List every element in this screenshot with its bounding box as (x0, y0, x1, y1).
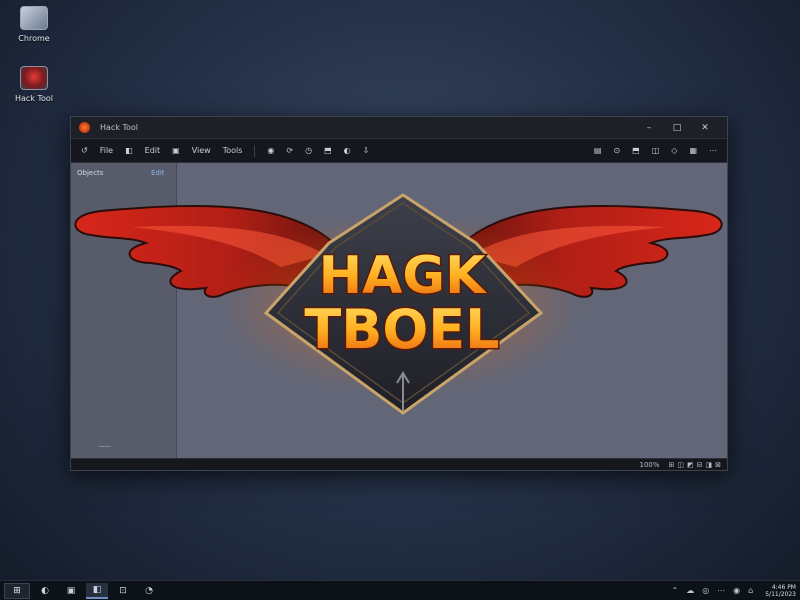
refresh-icon[interactable]: ↺ (77, 144, 92, 157)
workspace: Objects Edit —— HAGK TBOEL (71, 163, 727, 458)
tray-cloud-icon[interactable]: ☁ (684, 586, 696, 595)
bat-logo-icon (20, 66, 48, 90)
hack-tool-logo: HAGK TBOEL (74, 193, 723, 415)
list-view-icon[interactable]: ▤ (590, 144, 606, 157)
download-icon[interactable]: ⇩ (359, 144, 374, 157)
box-icon[interactable]: ⬒ (628, 144, 644, 157)
clock-icon[interactable]: ◷ (301, 144, 316, 157)
app-icon (20, 6, 48, 30)
more-icon[interactable]: ⋯ (705, 144, 721, 157)
tray-more-icon[interactable]: ⋯ (715, 586, 727, 595)
taskbar-item-app-icon[interactable]: ◔ (138, 583, 160, 599)
taskbar-item-files-icon[interactable]: ▣ (60, 583, 82, 599)
window-title: Hack Tool (100, 123, 139, 132)
clock-date: 5/11/2023 (765, 590, 796, 598)
status-layout-icon[interactable]: ◨ (706, 461, 713, 469)
status-close-icon[interactable]: ⊠ (715, 461, 721, 469)
taskbar-clock[interactable]: 4:46 PM 5/11/2023 (765, 584, 796, 598)
close-button[interactable]: ✕ (691, 123, 719, 133)
maximize-button[interactable]: □ (663, 123, 691, 133)
status-split-icon[interactable]: ◫ (677, 461, 684, 469)
title-bar[interactable]: Hack Tool – □ ✕ (71, 117, 727, 139)
taskbar: ⊞ ◐ ▣ ◧ ⊡ ◔ ⌃ ☁ ◎ ⋯ ◉ ⌂ 4:46 PM 5/11/202… (0, 580, 800, 600)
tray-expand-icon[interactable]: ⌃ (669, 586, 680, 595)
toolbar-divider (254, 144, 256, 157)
tray-home-icon[interactable]: ⌂ (746, 586, 755, 595)
sync-icon[interactable]: ⟳ (282, 144, 297, 157)
status-panel-icon[interactable]: ◩ (687, 461, 694, 469)
menu-tools[interactable]: Tools (219, 144, 247, 157)
target-icon[interactable]: ⊙ (609, 144, 624, 157)
taskbar-item-browser-icon[interactable]: ◐ (34, 583, 56, 599)
status-bar: 100% ⊞ ◫ ◩ ⊟ ◨ ⊠ (71, 458, 727, 470)
menu-file[interactable]: File (96, 144, 117, 157)
app-logo-icon (79, 122, 90, 133)
menu-view[interactable]: View (188, 144, 215, 157)
grid-icon[interactable]: ▦ (685, 144, 701, 157)
menu-edit[interactable]: Edit (141, 144, 165, 157)
split-icon[interactable]: ◫ (648, 144, 664, 157)
clock-time: 4:46 PM (771, 583, 796, 591)
zoom-level[interactable]: 100% (639, 461, 659, 469)
folder-icon[interactable]: ⬒ (320, 144, 336, 157)
tray-volume-icon[interactable]: ◉ (731, 586, 742, 595)
status-grid-icon[interactable]: ⊞ (669, 461, 675, 469)
taskbar-item-hack-tool-icon[interactable]: ◧ (86, 582, 108, 599)
contrast-icon[interactable]: ◐ (340, 144, 355, 157)
desktop-icon-label: Hack Tool (14, 94, 54, 103)
toolbar: ↺ File ◧ Edit ▣ View Tools ◉ ⟳ ◷ ⬒ ◐ ⇩ ▤… (71, 139, 727, 163)
minimize-button[interactable]: – (635, 123, 663, 133)
status-collapse-icon[interactable]: ⊟ (697, 461, 703, 469)
start-button[interactable]: ⊞ (4, 582, 30, 599)
desktop-icon-chrome[interactable]: Chrome (6, 6, 62, 43)
taskbar-item-window-icon[interactable]: ⊡ (112, 583, 134, 599)
app-window: Hack Tool – □ ✕ ↺ File ◧ Edit ▣ View Too… (70, 116, 728, 471)
layers-icon[interactable]: ◧ (121, 144, 137, 157)
frame-icon[interactable]: ▣ (168, 144, 184, 157)
desktop-icon-hack-tool[interactable]: Hack Tool (6, 66, 62, 103)
diamond-icon[interactable]: ◇ (667, 144, 681, 157)
record-icon[interactable]: ◉ (263, 144, 278, 157)
tray-network-icon[interactable]: ◎ (700, 586, 711, 595)
desktop-icon-label: Chrome (18, 34, 50, 43)
logo-text-line1: HAGK (319, 246, 487, 306)
logo-text-line2: TBOEL (304, 298, 499, 361)
